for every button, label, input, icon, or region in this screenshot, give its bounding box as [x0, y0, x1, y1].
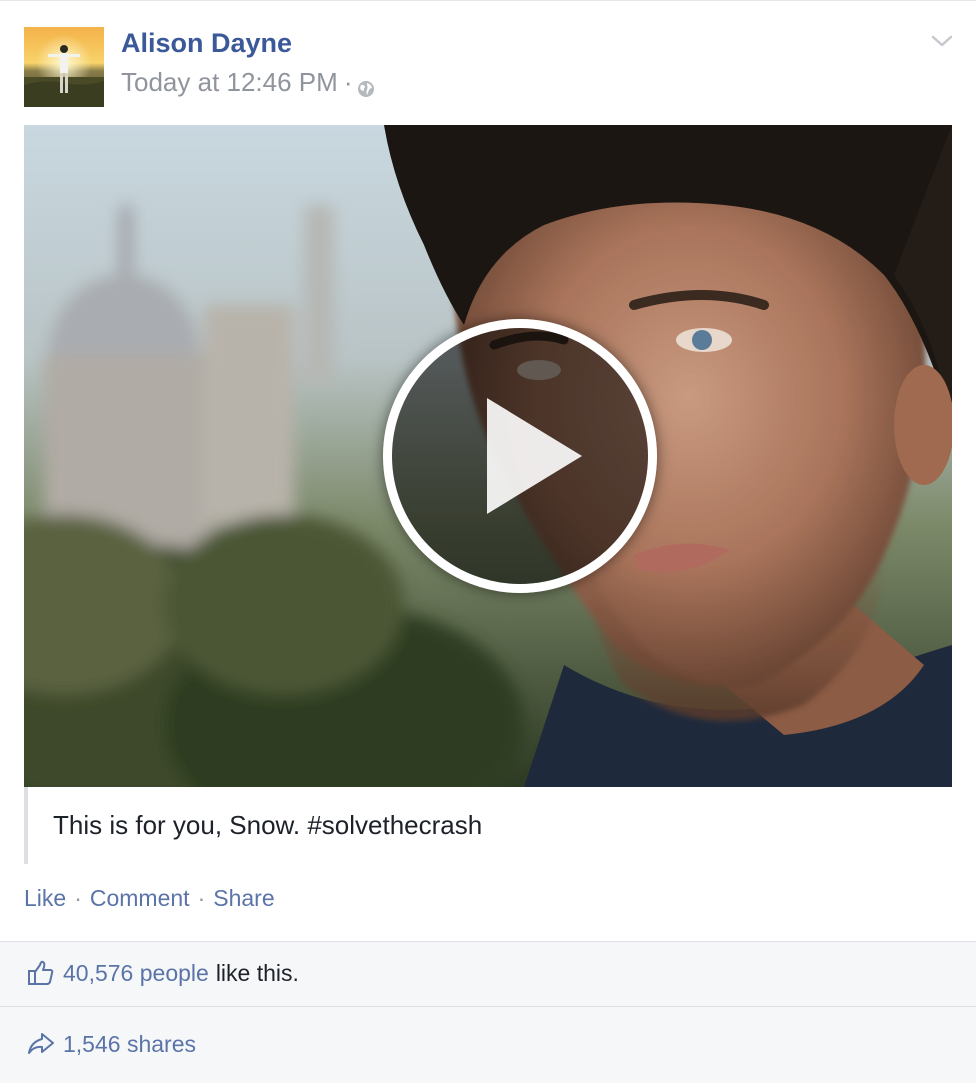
- action-separator: ·: [197, 885, 206, 911]
- play-button[interactable]: [383, 319, 657, 593]
- shares-summary: 1,546 shares: [0, 1007, 976, 1083]
- feed-post: Alison Dayne Today at 12:46 PM · This is…: [0, 0, 976, 1083]
- thumbs-up-icon: [27, 959, 55, 987]
- shares-count[interactable]: 1,546 shares: [63, 1031, 196, 1058]
- post-timestamp[interactable]: Today at 12:46 PM: [121, 67, 338, 98]
- action-separator: ·: [74, 885, 82, 911]
- caption-text: This is for you, Snow. #solvethecrash: [53, 810, 483, 840]
- meta-separator: ·: [343, 67, 353, 97]
- like-link[interactable]: Like: [24, 885, 66, 911]
- avatar[interactable]: [24, 27, 104, 107]
- chevron-down-icon[interactable]: [930, 31, 954, 51]
- comment-link[interactable]: Comment: [90, 885, 190, 911]
- video-caption: This is for you, Snow. #solvethecrash: [24, 787, 952, 864]
- share-link[interactable]: Share: [213, 885, 274, 911]
- likes-count[interactable]: 40,576 people: [63, 960, 209, 987]
- likes-suffix: like this.: [215, 959, 299, 986]
- post-meta: Today at 12:46 PM ·: [121, 67, 376, 98]
- play-icon: [487, 398, 582, 514]
- video-thumbnail[interactable]: [24, 125, 952, 787]
- share-arrow-icon: [27, 1030, 55, 1058]
- author-name[interactable]: Alison Dayne: [121, 28, 292, 59]
- globe-icon[interactable]: [356, 75, 376, 97]
- post-actions: Like · Comment · Share: [24, 885, 275, 912]
- likes-summary: 40,576 people like this.: [0, 941, 976, 1007]
